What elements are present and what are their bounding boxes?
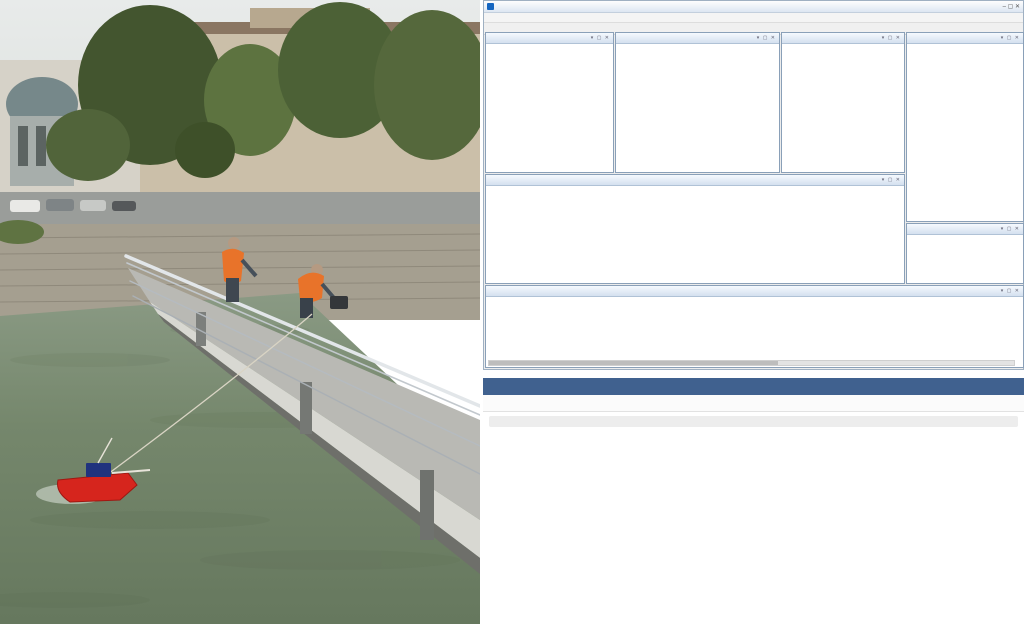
winriver-titlebar: – ▢ ✕	[484, 1, 1023, 13]
dashboard-tabs	[483, 395, 1024, 412]
panel-buttons[interactable]: ▾ ▢ ✕	[1001, 35, 1020, 41]
site-photo	[0, 0, 480, 624]
panel-buttons[interactable]: ▾ ▢ ✕	[1001, 288, 1020, 294]
intensity-profile-chart	[616, 43, 779, 172]
panel-buttons[interactable]: ▾ ▢ ✕	[1001, 226, 1020, 232]
panel-buttons[interactable]: ▾ ▢ ✕	[757, 35, 776, 41]
velocity-contour-chart	[486, 185, 904, 283]
winriver-app-icon	[487, 3, 494, 10]
panel-buttons[interactable]: ▾ ▢ ✕	[882, 177, 901, 183]
winriver-window: – ▢ ✕ ▾ ▢ ✕ ▾ ▢ ✕ ▾ ▢ ✕ ▾ ▢ ✕ ▾ ▢ ✕ ▾ ▢ …	[483, 0, 1024, 370]
acquire-status-panel: ▾ ▢ ✕	[906, 223, 1024, 284]
composite-screenshot: { "photo": { "description": "Two surveyo…	[0, 0, 1024, 624]
dashboard-statusbar	[489, 416, 1018, 427]
breadcrumb	[483, 378, 1024, 395]
channel-profile-chart	[485, 430, 1022, 516]
hydro-dashboard	[483, 378, 1024, 624]
menubar	[484, 13, 1023, 23]
window-buttons[interactable]: – ▢ ✕	[1003, 3, 1020, 10]
velocity-contour-panel: ▾ ▢ ✕	[485, 174, 905, 284]
panel-buttons[interactable]: ▾ ▢ ✕	[882, 35, 901, 41]
ship-track-panel: ▾ ▢ ✕	[781, 32, 905, 173]
composite-tables-panel: ▾ ▢ ✕	[906, 32, 1024, 222]
ship-track-chart	[782, 43, 904, 172]
intensity-profile-panel: ▾ ▢ ✕	[615, 32, 780, 173]
equipment-case	[330, 296, 348, 309]
discharge-summary-panel: ▾ ▢ ✕	[485, 285, 1024, 368]
measurement-control-panel: ▾ ▢ ✕	[485, 32, 614, 173]
panel-buttons[interactable]: ▾ ▢ ✕	[591, 35, 610, 41]
horizontal-scrollbar[interactable]	[488, 360, 1015, 366]
